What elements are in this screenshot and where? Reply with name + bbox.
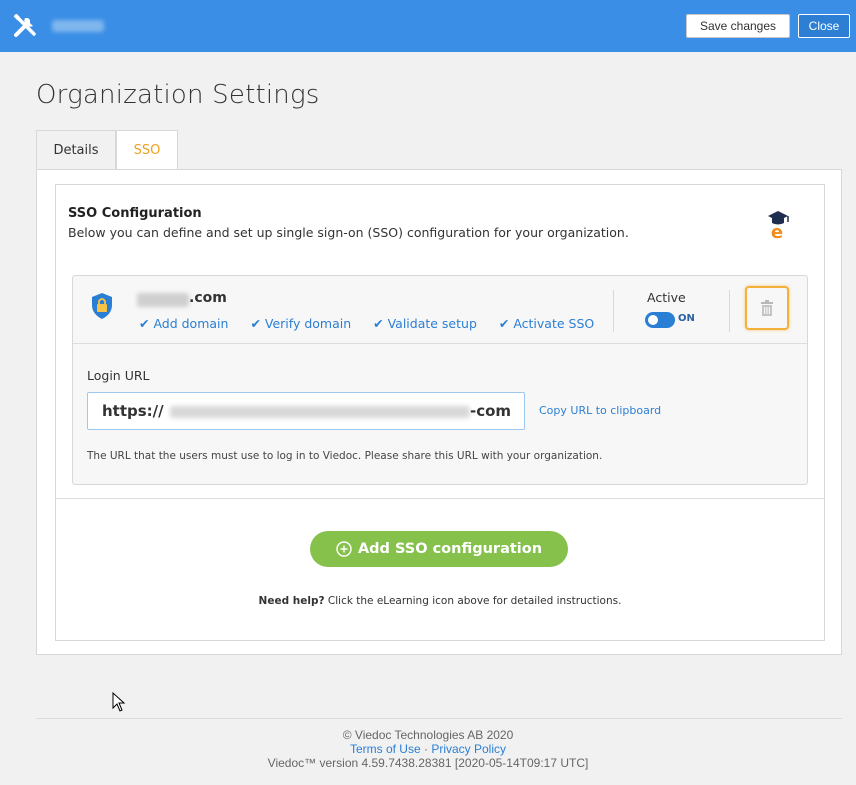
sso-config-header: .com ✔ Add domain ✔ Verify domain ✔ Vali… (73, 276, 807, 344)
divider (729, 290, 730, 332)
tab-details[interactable]: Details (36, 130, 116, 170)
top-bar: Save changes Close (0, 0, 856, 52)
tools-icon[interactable] (12, 13, 38, 39)
active-label: Active (647, 290, 686, 305)
divider (613, 290, 614, 332)
sso-panel: SSO Configuration Below you can define a… (36, 169, 842, 655)
footer-divider (36, 718, 842, 719)
add-sso-label: Add SSO configuration (357, 541, 543, 557)
elearning-icon[interactable]: e (762, 208, 792, 240)
mouse-cursor-icon (112, 692, 126, 712)
step-add-domain: ✔ Add domain (139, 316, 229, 331)
copyright: © Viedoc Technologies AB 2020 (342, 728, 514, 742)
shield-lock-icon (92, 293, 112, 319)
login-url-prefix: https:// (102, 402, 164, 420)
sso-config-description: Below you can define and set up single s… (68, 225, 629, 240)
domain-redacted (137, 293, 189, 307)
version-info: Viedoc™ version 4.59.7438.28381 [2020-05… (267, 756, 589, 770)
footer-links: Terms of Use · Privacy Policy (0, 742, 856, 756)
tab-sso[interactable]: SSO (116, 130, 178, 170)
sso-card: SSO Configuration Below you can define a… (55, 184, 825, 641)
save-changes-button[interactable]: Save changes (686, 14, 790, 38)
trash-icon (761, 300, 773, 316)
delete-sso-button[interactable] (745, 286, 789, 330)
login-url-suffix: -com (470, 402, 512, 420)
setup-steps: ✔ Add domain ✔ Verify domain ✔ Validate … (139, 316, 612, 331)
copy-url-link[interactable]: Copy URL to clipboard (539, 404, 661, 417)
add-sso-configuration-button[interactable]: Add SSO configuration (310, 531, 568, 567)
section-divider (56, 498, 824, 499)
login-url-redacted (170, 406, 470, 418)
toggle-state: ON (678, 313, 695, 324)
step-verify-domain: ✔ Verify domain (250, 316, 352, 331)
login-url-note: The URL that the users must use to log i… (87, 450, 603, 462)
active-toggle[interactable] (645, 312, 675, 328)
domain-name: .com (189, 290, 227, 306)
sso-config-title: SSO Configuration (68, 206, 202, 221)
step-validate-setup: ✔ Validate setup (373, 316, 477, 331)
close-button[interactable]: Close (798, 14, 850, 38)
footer: © Viedoc Technologies AB 2020 Terms of U… (0, 728, 856, 770)
login-url-field[interactable]: https:// -com (87, 392, 525, 430)
help-bold: Need help? (258, 595, 325, 607)
help-text: Need help? Click the eLearning icon abov… (56, 595, 824, 607)
svg-text:e: e (771, 222, 783, 240)
link-separator: · (420, 742, 432, 756)
step-activate-sso: ✔ Activate SSO (498, 316, 595, 331)
login-url-label: Login URL (87, 368, 150, 383)
page-title: Organization Settings (36, 80, 320, 110)
organization-name-redacted (52, 20, 104, 32)
plus-circle-icon (336, 541, 352, 557)
help-detail: Click the eLearning icon above for detai… (324, 595, 622, 607)
terms-of-use-link[interactable]: Terms of Use (350, 742, 421, 756)
privacy-policy-link[interactable]: Privacy Policy (431, 742, 506, 756)
sso-configuration-item: .com ✔ Add domain ✔ Verify domain ✔ Vali… (72, 275, 808, 485)
